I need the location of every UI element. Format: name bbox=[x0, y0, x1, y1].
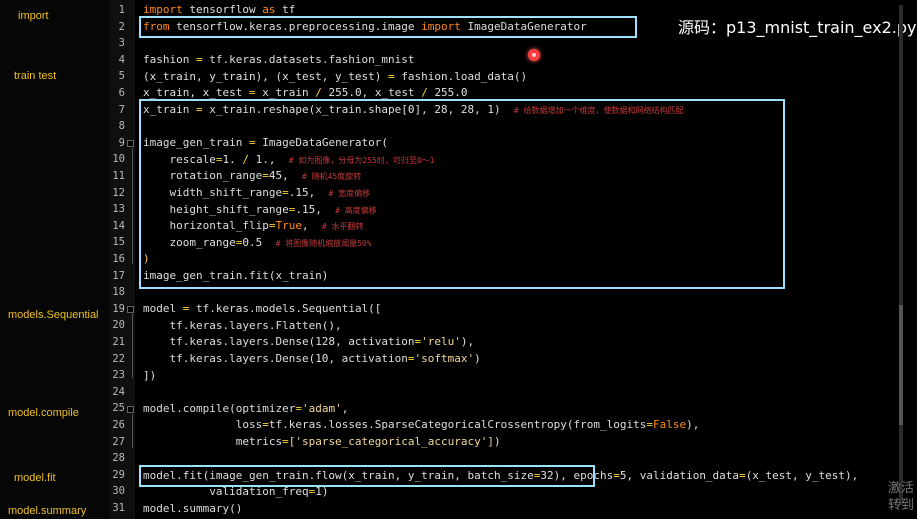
code-line[interactable]: (x_train, y_train), (x_test, y_test) = f… bbox=[143, 69, 527, 86]
section-label-panel: import train test models.Sequential mode… bbox=[0, 0, 110, 519]
line-number: 6 bbox=[118, 87, 125, 99]
line-number: 10 bbox=[112, 153, 125, 166]
section-label-sequential: models.Sequential bbox=[8, 309, 99, 321]
line-number: 24 bbox=[112, 385, 125, 398]
line-number: 4 bbox=[118, 53, 125, 66]
line-number: 13 bbox=[112, 203, 125, 216]
section-label-summary: model.summary bbox=[8, 505, 87, 517]
mouse-cursor-icon bbox=[528, 49, 540, 61]
line-number: 25 bbox=[112, 402, 125, 415]
line-number: 2 bbox=[118, 20, 125, 33]
activation-watermark: 激活 转到 bbox=[888, 481, 914, 513]
line-number: 12 bbox=[112, 186, 125, 199]
section-label-compile: model.compile bbox=[8, 407, 79, 419]
code-line[interactable]: tf.keras.layers.Flatten(), bbox=[143, 318, 341, 335]
fold-toggle-icon[interactable] bbox=[127, 306, 134, 313]
line-number: 7 bbox=[118, 103, 125, 116]
line-number: 19 bbox=[112, 302, 125, 315]
code-line[interactable]: loss=tf.keras.losses.SparseCategoricalCr… bbox=[143, 417, 700, 434]
code-line[interactable]: model.compile(optimizer='adam', bbox=[143, 401, 348, 418]
line-number: 30 bbox=[112, 485, 125, 498]
line-number: 27 bbox=[112, 435, 125, 448]
line-number: 20 bbox=[112, 319, 125, 332]
line-number: 16 bbox=[112, 253, 125, 265]
line-number: 1 bbox=[118, 4, 125, 16]
code-line[interactable]: model.summary() bbox=[143, 501, 242, 518]
source-file-label: 源码：p13_mnist_train_ex2.py bbox=[678, 18, 917, 37]
code-line[interactable]: model = tf.keras.models.Sequential([ bbox=[143, 301, 381, 318]
highlight-box-import bbox=[139, 16, 637, 38]
highlight-box-data-augmentation bbox=[139, 99, 785, 289]
fold-toggle-icon[interactable] bbox=[127, 140, 134, 147]
line-number: 26 bbox=[112, 419, 125, 431]
scrollbar-thumb[interactable] bbox=[899, 305, 903, 425]
line-number: 17 bbox=[112, 269, 125, 282]
line-number: 11 bbox=[112, 170, 125, 182]
line-number: 21 bbox=[112, 336, 125, 348]
fold-guide bbox=[132, 314, 133, 378]
highlight-box-fit-flow bbox=[139, 465, 595, 487]
line-number: 15 bbox=[112, 236, 125, 249]
line-number: 5 bbox=[118, 70, 125, 83]
line-number: 3 bbox=[118, 37, 125, 50]
code-line[interactable]: fashion = tf.keras.datasets.fashion_mnis… bbox=[143, 52, 415, 69]
section-label-fit: model.fit bbox=[14, 472, 56, 484]
line-number: 23 bbox=[112, 369, 125, 382]
fold-guide bbox=[132, 148, 133, 264]
line-number: 22 bbox=[112, 352, 125, 365]
code-line[interactable]: metrics=['sparse_categorical_accuracy']) bbox=[143, 434, 501, 451]
code-line[interactable]: tf.keras.layers.Dense(10, activation='so… bbox=[143, 351, 480, 368]
line-number: 31 bbox=[112, 502, 125, 514]
line-number: 18 bbox=[112, 286, 125, 299]
line-number: 14 bbox=[112, 219, 125, 232]
fold-toggle-icon[interactable] bbox=[127, 406, 134, 413]
line-number: 8 bbox=[118, 120, 125, 133]
section-label-train-test: train test bbox=[14, 70, 57, 82]
code-line[interactable]: tf.keras.layers.Dense(128, activation='r… bbox=[143, 334, 474, 351]
fold-guide bbox=[132, 414, 133, 448]
line-number: 9 bbox=[118, 136, 125, 149]
vertical-scrollbar[interactable] bbox=[899, 5, 903, 505]
line-number: 29 bbox=[112, 468, 125, 481]
line-number: 28 bbox=[112, 452, 125, 465]
section-label-import: import bbox=[18, 10, 49, 22]
code-line[interactable]: ]) bbox=[143, 368, 156, 385]
